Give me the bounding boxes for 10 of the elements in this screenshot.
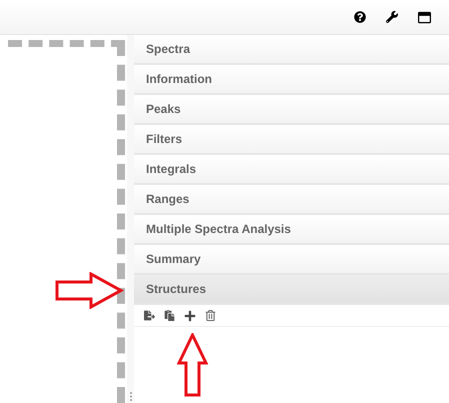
copy-icon[interactable] xyxy=(164,310,175,321)
trash-icon[interactable] xyxy=(205,310,216,321)
help-icon[interactable] xyxy=(354,11,366,23)
right-arrow-annotation xyxy=(55,272,124,309)
window-icon[interactable] xyxy=(418,10,431,24)
add-icon[interactable] xyxy=(184,310,196,322)
export-icon[interactable] xyxy=(144,310,155,321)
wrench-icon[interactable] xyxy=(386,11,398,23)
accordion-header[interactable]: Structures xyxy=(134,275,449,305)
up-arrow-annotation xyxy=(177,333,208,397)
